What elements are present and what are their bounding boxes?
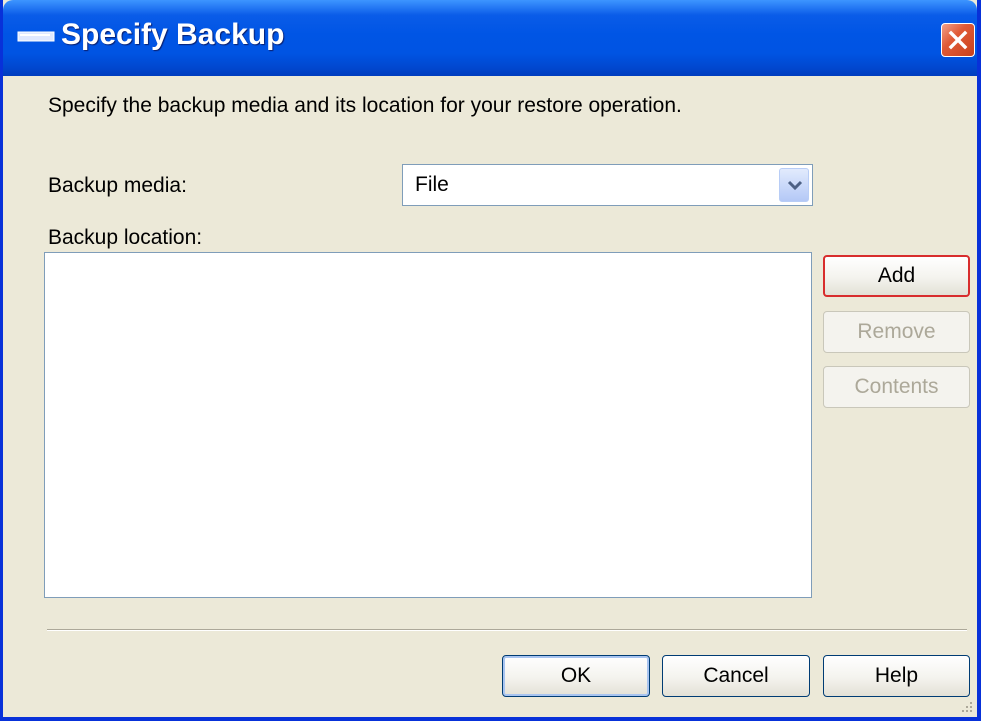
contents-button[interactable]: Contents xyxy=(823,366,970,408)
window-title: Specify Backup xyxy=(61,18,285,51)
ok-button[interactable]: OK xyxy=(502,655,650,697)
dialog-description: Specify the backup media and its locatio… xyxy=(48,94,682,117)
dropdown-button[interactable] xyxy=(779,168,809,202)
remove-button[interactable]: Remove xyxy=(823,311,970,353)
dialog-bar-icon xyxy=(17,29,57,45)
backup-media-dropdown[interactable]: File xyxy=(402,164,813,206)
help-button[interactable]: Help xyxy=(823,655,970,697)
cancel-button[interactable]: Cancel xyxy=(662,655,810,697)
backup-location-label: Backup location: xyxy=(48,226,203,249)
specify-backup-dialog: Specify Backup Specify the backup media … xyxy=(0,0,981,721)
resize-grip-icon[interactable] xyxy=(959,699,973,713)
backup-location-list[interactable] xyxy=(44,252,812,598)
backup-media-label: Backup media: xyxy=(48,174,187,197)
footer-separator xyxy=(47,629,967,631)
backup-media-value: File xyxy=(415,173,449,196)
add-button[interactable]: Add xyxy=(823,255,970,297)
title-bar[interactable]: Specify Backup xyxy=(3,0,977,76)
close-button[interactable] xyxy=(941,23,975,57)
